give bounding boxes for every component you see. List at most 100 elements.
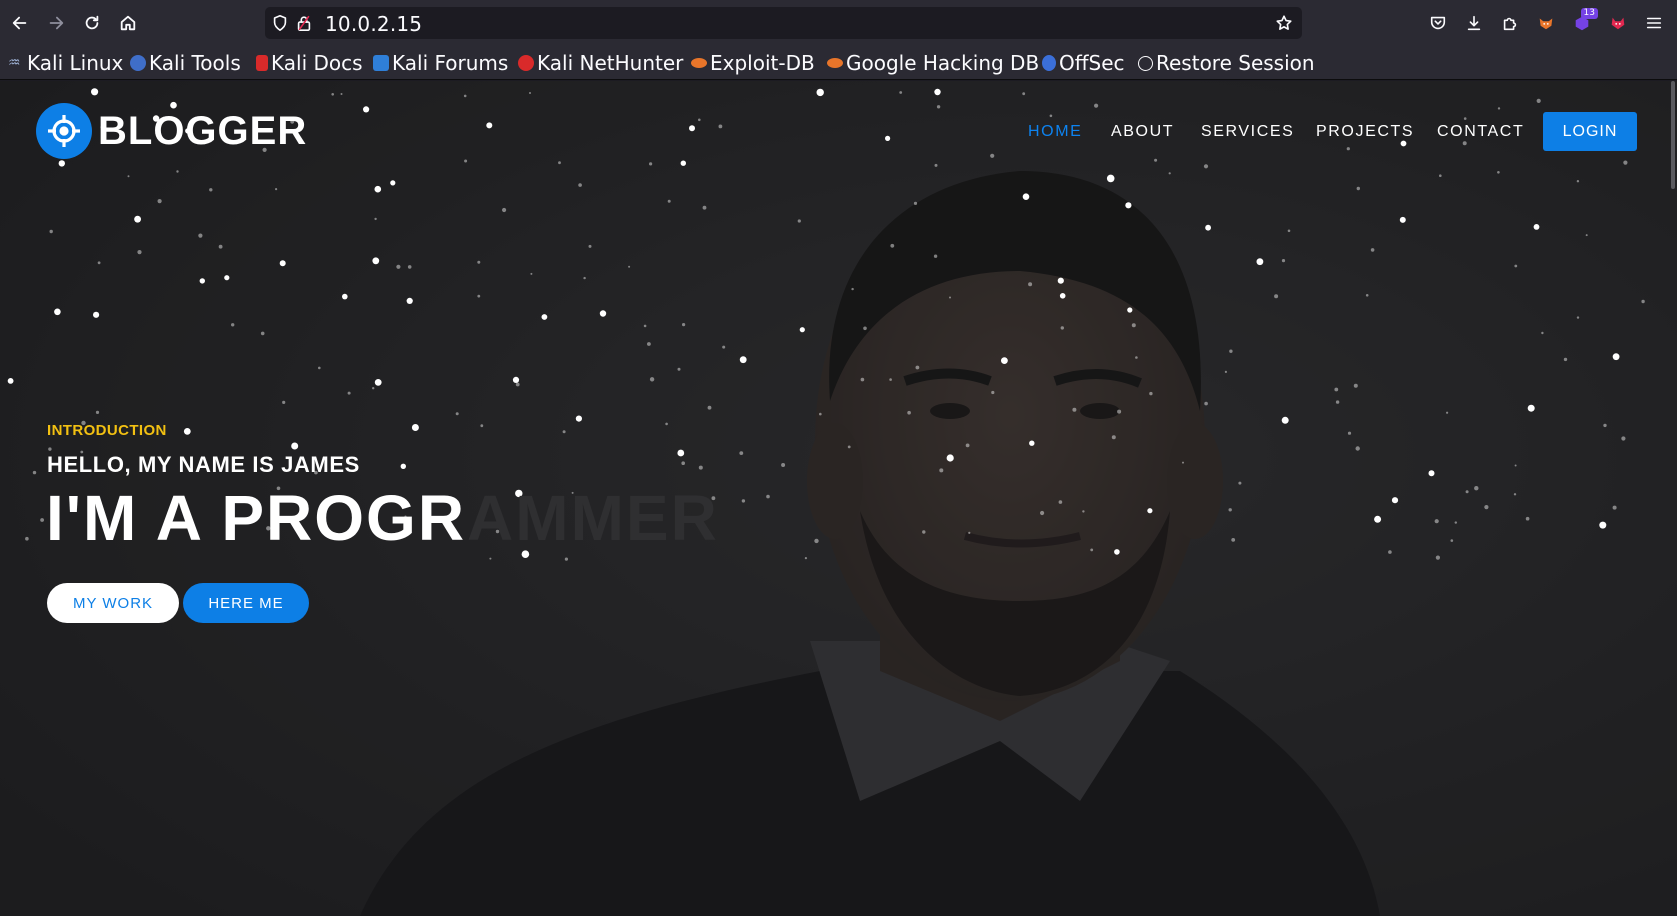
star-particle (1060, 326, 1065, 330)
tracking-shield-icon[interactable] (271, 14, 289, 32)
star-particle (885, 135, 891, 141)
star-particle (1541, 331, 1544, 335)
star-particle (1435, 555, 1440, 560)
back-button[interactable] (6, 9, 34, 37)
page-scrollbar[interactable] (1671, 81, 1675, 189)
star-particle (1335, 400, 1340, 404)
foxyproxy-extension[interactable] (1532, 9, 1560, 37)
star-particle (390, 180, 396, 186)
bookmark-star-icon[interactable] (1275, 14, 1293, 32)
star-particle (1029, 440, 1035, 446)
star-particle (1621, 436, 1626, 441)
bookmark-label: Restore Session (1156, 51, 1315, 75)
star-particle (40, 518, 44, 522)
star-particle (649, 377, 655, 382)
star-particle (198, 233, 203, 238)
star-particle (1022, 193, 1030, 200)
home-button[interactable] (114, 9, 142, 37)
bookmark-exploit-db[interactable]: Exploit-DB (691, 49, 815, 77)
bookmark-google-hacking-db[interactable]: Google Hacking DB (827, 49, 1039, 77)
nav-projects[interactable]: PROJECTS (1316, 112, 1414, 152)
star-particle (1135, 356, 1138, 359)
insecure-lock-icon[interactable] (295, 14, 313, 32)
star-particle (766, 494, 770, 499)
my-work-button[interactable]: MY WORK (47, 583, 179, 623)
bookmark-kali-linux[interactable]: ♒ Kali Linux (8, 49, 123, 77)
pocket-icon (1430, 16, 1446, 30)
bookmark-kali-tools[interactable]: Kali Tools (130, 49, 241, 77)
star-particle (231, 323, 235, 327)
star-particle (665, 422, 668, 426)
star-particle (1082, 510, 1085, 513)
star-particle (799, 327, 805, 333)
star-particle (1281, 259, 1286, 263)
star-particle (1022, 92, 1026, 96)
star-particle (1147, 508, 1153, 514)
star-particle (689, 125, 695, 132)
star-particle (949, 296, 951, 299)
star-particle (680, 160, 686, 166)
star-particle (1287, 229, 1291, 233)
star-particle (1204, 401, 1208, 406)
star-particle (1612, 353, 1620, 361)
star-particle (1563, 357, 1568, 362)
star-particle (1513, 493, 1517, 496)
star-particle (32, 470, 37, 475)
star-particle (681, 461, 685, 466)
star-particle (702, 205, 707, 210)
bookmark-kali-forums[interactable]: Kali Forums (373, 49, 508, 77)
site-logo[interactable]: BLOGGER (36, 103, 307, 159)
star-particle (1238, 481, 1242, 485)
star-particle (279, 260, 286, 267)
app-menu-button[interactable] (1640, 9, 1668, 37)
star-particle (649, 162, 653, 166)
star-particle (1114, 549, 1120, 555)
star-particle (1168, 172, 1171, 175)
url-bar[interactable]: 10.0.2.15 (265, 7, 1302, 39)
reload-icon (85, 15, 99, 30)
forward-button[interactable] (42, 9, 70, 37)
bookmark-kali-nethunter[interactable]: Kali NetHunter (518, 49, 683, 77)
login-button[interactable]: LOGIN (1543, 112, 1637, 151)
downloads-button[interactable] (1460, 9, 1488, 37)
star-particle (1446, 411, 1449, 414)
star-particle (1281, 416, 1289, 424)
extension-badged[interactable]: 13 (1568, 8, 1598, 37)
star-particle (486, 122, 493, 129)
hero-greeting: HELLO, MY NAME IS JAMES (47, 452, 360, 477)
pocket-button[interactable] (1424, 9, 1452, 37)
star-particle (1040, 510, 1045, 516)
star-particle (819, 412, 822, 416)
hero-headline: I'M A PROGRAMMER (46, 481, 719, 555)
hire-me-button[interactable]: HERE ME (183, 583, 309, 623)
star-particle (1205, 224, 1211, 231)
star-particle (889, 378, 892, 381)
star-particle (407, 265, 412, 269)
crosshair-logo-icon (36, 103, 92, 159)
nav-services[interactable]: SERVICES (1201, 112, 1294, 152)
star-particle (477, 294, 481, 298)
star-particle (1525, 516, 1530, 521)
extensions-button[interactable] (1496, 9, 1524, 37)
reload-button[interactable] (78, 9, 106, 37)
star-particle (1374, 515, 1382, 523)
star-particle (480, 424, 484, 428)
star-particle (363, 106, 370, 113)
star-particle (718, 124, 723, 129)
kali-tools-icon (130, 55, 146, 71)
nav-about[interactable]: ABOUT (1111, 112, 1174, 152)
bookmark-kali-docs[interactable]: Kali Docs (256, 49, 363, 77)
star-particle (1182, 461, 1184, 464)
star-particle (1399, 216, 1406, 223)
firefox-account-button[interactable] (1604, 9, 1632, 37)
bookmark-restore-session[interactable]: Restore Session (1138, 49, 1315, 77)
nav-contact[interactable]: CONTACT (1437, 112, 1524, 152)
star-particle (599, 310, 607, 317)
star-particle (275, 188, 278, 191)
star-particle (218, 244, 223, 249)
star-particle (400, 463, 406, 469)
bookmark-offsec[interactable]: OffSec (1042, 49, 1125, 77)
nav-home[interactable]: HOME (1028, 112, 1082, 152)
star-particle (698, 118, 701, 122)
star-particle (913, 201, 918, 205)
